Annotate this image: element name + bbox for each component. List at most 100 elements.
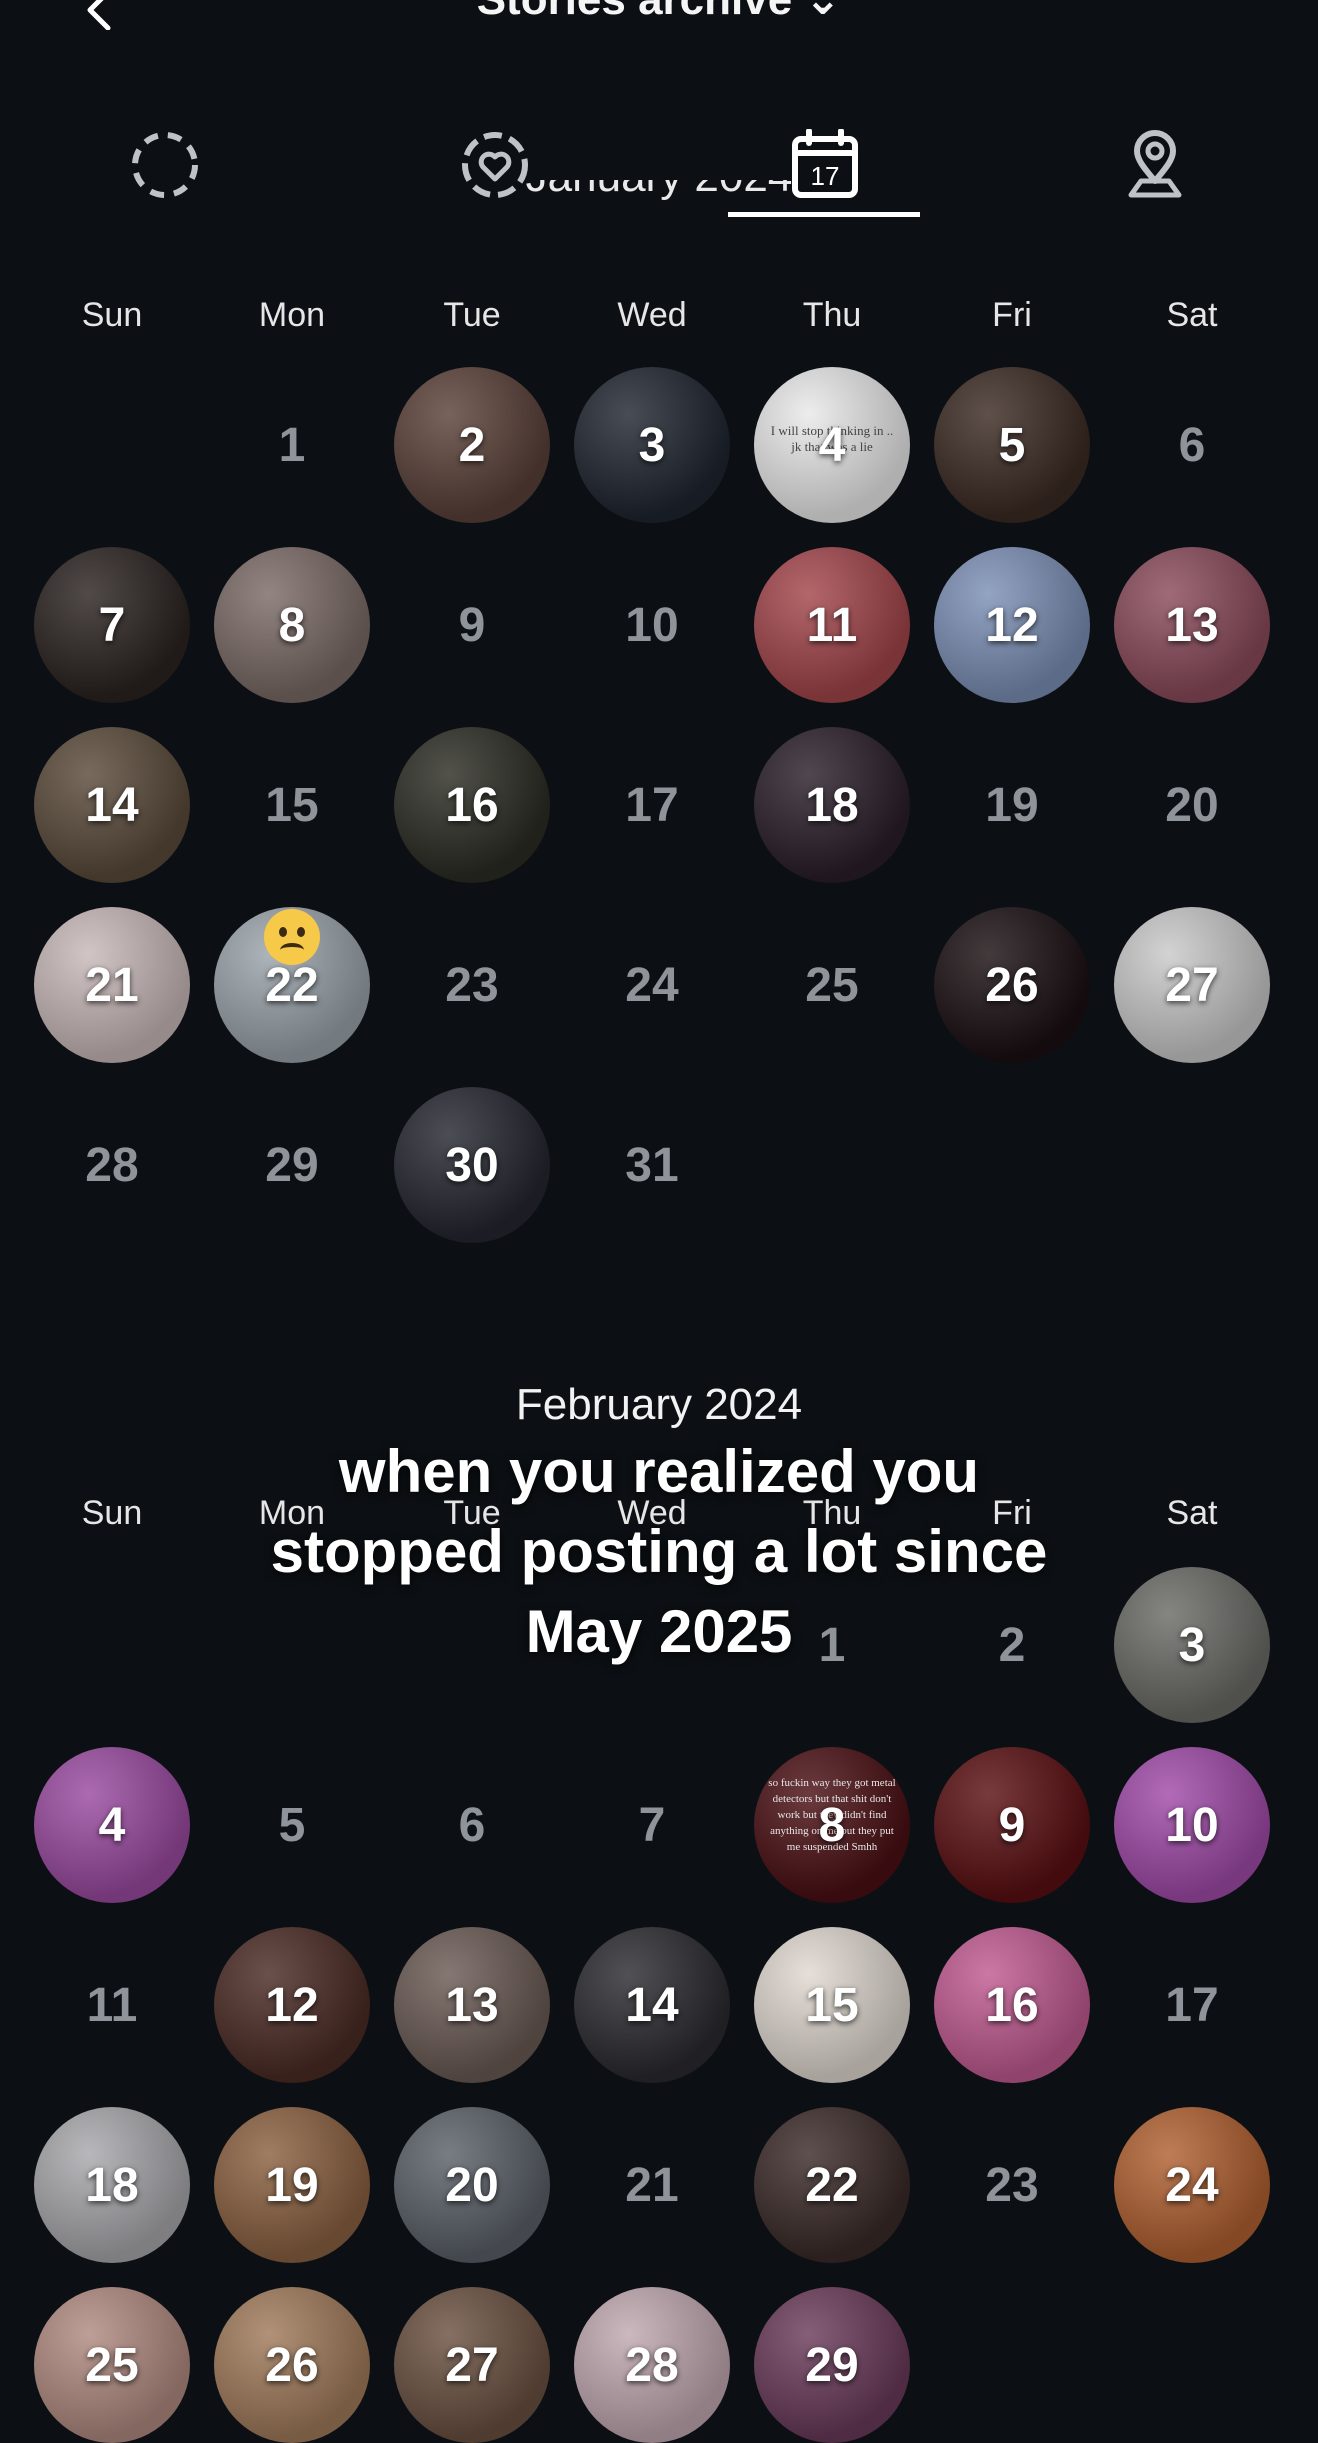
- story-day-18[interactable]: 18: [754, 727, 910, 883]
- day-number: 22: [805, 2158, 859, 2212]
- caption-line: stopped posting a lot since: [270, 1518, 1048, 1585]
- calendar-day-25: 25: [754, 907, 910, 1063]
- calendar-day-17: 17: [574, 727, 730, 883]
- day-number: 30: [445, 1138, 499, 1192]
- day-number: 3: [638, 418, 666, 472]
- story-day-16[interactable]: 16: [934, 1927, 1090, 2083]
- day-number: 23: [445, 958, 499, 1012]
- story-day-24[interactable]: 24: [1114, 2107, 1270, 2263]
- story-day-4[interactable]: I will stop thinking in .. jk that was a…: [754, 367, 910, 523]
- story-day-29[interactable]: 29: [754, 2287, 910, 2443]
- story-day-14[interactable]: 14: [34, 727, 190, 883]
- story-day-18[interactable]: 18: [34, 2107, 190, 2263]
- day-number: 5: [998, 418, 1026, 472]
- day-number: 7: [638, 1798, 666, 1852]
- overlay-caption: when you realized you stopped posting a …: [0, 1432, 1318, 1672]
- story-day-26[interactable]: 26: [934, 907, 1090, 1063]
- story-day-8[interactable]: 8: [214, 547, 370, 703]
- day-number: 25: [805, 958, 859, 1012]
- page-title: Stories archive ⌄: [0, 0, 1318, 25]
- day-number: 19: [265, 2158, 319, 2212]
- day-number: 4: [818, 418, 846, 472]
- story-day-7[interactable]: 7: [34, 547, 190, 703]
- month-title-february: February 2024: [515, 1380, 803, 1429]
- caption-line: when you realized you: [338, 1438, 980, 1505]
- day-number: 1: [278, 418, 306, 472]
- story-day-27[interactable]: 27: [394, 2287, 550, 2443]
- chevron-down-icon[interactable]: ⌄: [804, 0, 841, 24]
- story-day-21[interactable]: 21: [34, 907, 190, 1063]
- day-number: 21: [85, 958, 139, 1012]
- day-number: 11: [806, 598, 858, 652]
- story-day-13[interactable]: 13: [1114, 547, 1270, 703]
- day-number: 27: [1165, 958, 1219, 1012]
- story-day-10[interactable]: 10: [1114, 1747, 1270, 1903]
- calendar-day-10: 10: [574, 547, 730, 703]
- day-number: 9: [998, 1798, 1026, 1852]
- calendar-day-17: 17: [1114, 1927, 1270, 2083]
- weekday-label: Mon: [258, 296, 326, 334]
- day-number: 20: [445, 2158, 499, 2212]
- day-number: 12: [985, 598, 1039, 652]
- day-number: 16: [985, 1978, 1039, 2032]
- day-number: 17: [625, 778, 679, 832]
- story-day-12[interactable]: 12: [934, 547, 1090, 703]
- story-day-25[interactable]: 25: [34, 2287, 190, 2443]
- story-day-4[interactable]: 4: [34, 1747, 190, 1903]
- story-day-11[interactable]: 11: [754, 547, 910, 703]
- day-number: 8: [278, 598, 306, 652]
- calendar-day-6: 6: [394, 1747, 550, 1903]
- story-day-19[interactable]: 19: [214, 2107, 370, 2263]
- story-day-12[interactable]: 12: [214, 1927, 370, 2083]
- calendar-day-19: 19: [934, 727, 1090, 883]
- weekday-label: Tue: [443, 296, 501, 334]
- calendar-day-11: 11: [34, 1927, 190, 2083]
- story-day-5[interactable]: 5: [934, 367, 1090, 523]
- day-number: 12: [265, 1978, 319, 2032]
- calendar-day-6: 6: [1114, 367, 1270, 523]
- month-title-january: January 2024: [0, 180, 1318, 228]
- story-day-2[interactable]: 2: [394, 367, 550, 523]
- story-day-27[interactable]: 27: [1114, 907, 1270, 1063]
- day-number: 16: [445, 778, 499, 832]
- day-number: 17: [1165, 1978, 1219, 2032]
- weekday-label: Sat: [1166, 296, 1218, 334]
- day-number: 23: [985, 2158, 1039, 2212]
- weekday-label: Fri: [992, 296, 1032, 334]
- calendar-day-29: 29: [214, 1087, 370, 1243]
- story-day-20[interactable]: 20: [394, 2107, 550, 2263]
- day-number: 10: [1165, 1798, 1219, 1852]
- calendar-day-28: 28: [34, 1087, 190, 1243]
- day-number: 7: [98, 598, 126, 652]
- day-number: 13: [445, 1978, 499, 2032]
- story-day-26[interactable]: 26: [214, 2287, 370, 2443]
- story-day-30[interactable]: 30: [394, 1087, 550, 1243]
- day-number: 11: [86, 1978, 138, 2032]
- story-day-8[interactable]: so fuckin way they got metal detectors b…: [754, 1747, 910, 1903]
- day-number: 13: [1165, 598, 1219, 652]
- day-number: 29: [265, 1138, 319, 1192]
- caption-line: May 2025: [525, 1598, 793, 1665]
- story-day-22[interactable]: 22: [754, 2107, 910, 2263]
- weekday-label: Sun: [81, 296, 143, 334]
- story-day-13[interactable]: 13: [394, 1927, 550, 2083]
- story-day-28[interactable]: 28: [574, 2287, 730, 2443]
- calendar-day-21: 21: [574, 2107, 730, 2263]
- sad-face-icon: [264, 909, 320, 965]
- day-number: 22: [265, 958, 319, 1012]
- day-number: 10: [625, 598, 679, 652]
- day-number: 5: [278, 1798, 306, 1852]
- calendar-day-23: 23: [934, 2107, 1090, 2263]
- story-day-3[interactable]: 3: [574, 367, 730, 523]
- day-number: 9: [458, 598, 486, 652]
- story-day-15[interactable]: 15: [754, 1927, 910, 2083]
- weekday-label: Wed: [617, 296, 687, 334]
- story-day-14[interactable]: 14: [574, 1927, 730, 2083]
- day-number: 4: [98, 1798, 126, 1852]
- day-number: 6: [458, 1798, 486, 1852]
- story-day-16[interactable]: 16: [394, 727, 550, 883]
- day-number: 18: [805, 778, 859, 832]
- calendar-day-23: 23: [394, 907, 550, 1063]
- calendar-day-1: 1: [214, 367, 370, 523]
- story-day-9[interactable]: 9: [934, 1747, 1090, 1903]
